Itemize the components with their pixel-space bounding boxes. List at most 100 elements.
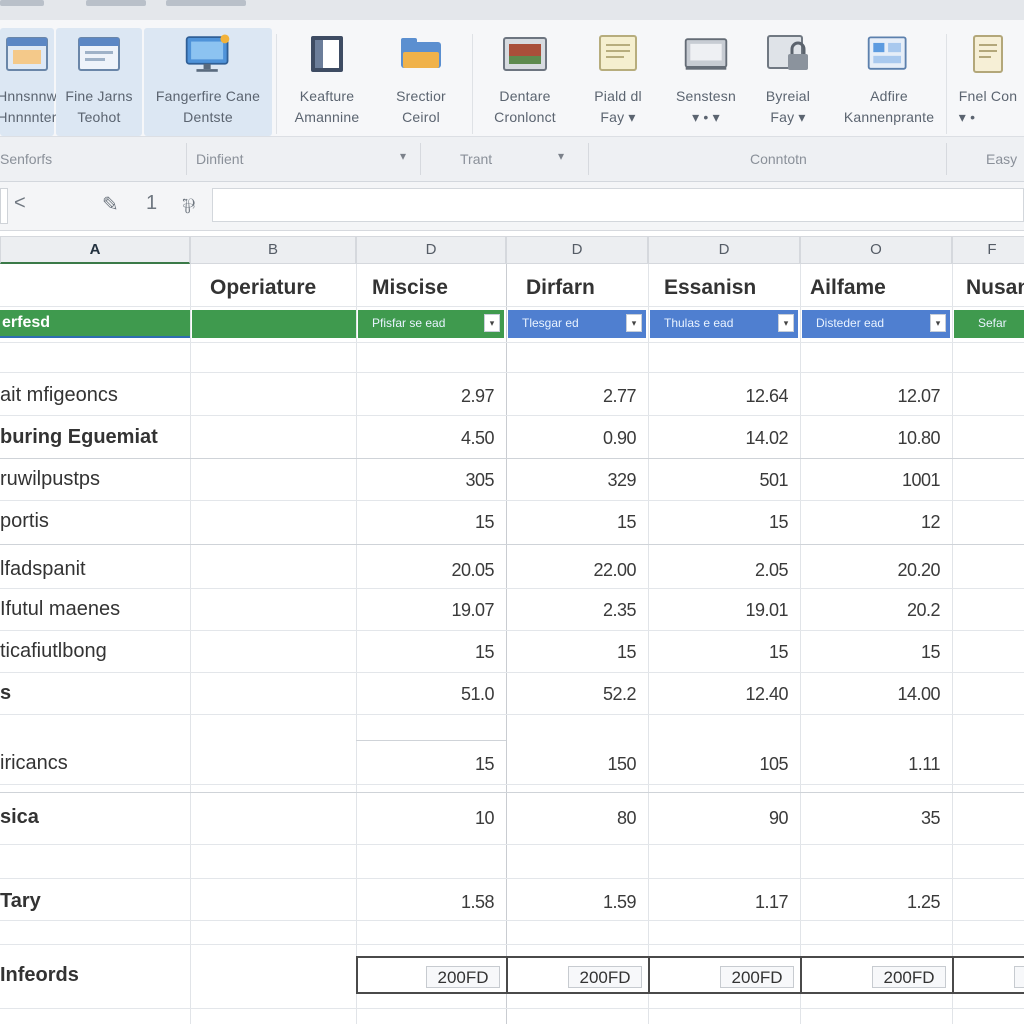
column-header-a[interactable]: A (0, 236, 190, 264)
ribbon-button-4[interactable]: Keafture Amannine (282, 28, 372, 136)
menu-tab-insert[interactable] (166, 0, 246, 6)
column-header-c[interactable]: D (356, 236, 506, 264)
value-cell[interactable]: 22.00 (506, 560, 636, 581)
ribbon-button-2[interactable]: Fine Jarns Teohot (56, 28, 142, 136)
value-cell[interactable]: 501 (658, 470, 788, 491)
value-cell[interactable]: 15 (506, 642, 637, 663)
value-cell[interactable]: 15 (364, 642, 495, 663)
value-cell[interactable]: 105 (658, 754, 788, 775)
value-cell[interactable]: 1.59 (506, 892, 637, 913)
chevron-down-icon[interactable]: ▾ (558, 149, 564, 163)
value-cell[interactable]: 1.11 (810, 754, 940, 775)
value-cell[interactable]: 2.77 (506, 386, 637, 407)
row-label[interactable]: sica (0, 806, 39, 829)
row-label[interactable]: ait mfigeoncs (0, 384, 118, 407)
value-cell[interactable]: 19.07 (364, 600, 494, 621)
filter-band-f[interactable]: Disteder ead ▾ (802, 310, 950, 338)
value-cell[interactable]: 12 (810, 512, 941, 533)
value-cell[interactable]: 14.00 (810, 684, 940, 705)
value-cell[interactable]: 80 (506, 808, 637, 829)
column-header-d[interactable]: D (506, 236, 648, 264)
value-cell[interactable]: 12.64 (658, 386, 788, 407)
value-cell[interactable]: 19.01 (658, 600, 788, 621)
value-cell[interactable]: 52.2 (506, 684, 637, 705)
cancel-icon[interactable]: < (14, 192, 26, 215)
row-label[interactable]: s (0, 682, 11, 705)
formula-count[interactable]: 1 (146, 192, 157, 215)
row-label[interactable]: Ifutul maenes (0, 598, 120, 621)
filter-dropdown-icon[interactable]: ▾ (778, 314, 794, 332)
total-cell[interactable] (952, 956, 1024, 994)
value-cell[interactable]: 305 (364, 470, 494, 491)
value-cell[interactable]: 2.05 (658, 560, 789, 581)
row-label[interactable]: Tary (0, 890, 41, 913)
value-cell[interactable]: 51.0 (364, 684, 495, 705)
value-cell[interactable]: 329 (506, 470, 636, 491)
header-cell-d[interactable]: Dirfarn (526, 276, 595, 300)
filter-dropdown-icon[interactable]: ▾ (626, 314, 642, 332)
ribbon-button-3[interactable]: Fangerfire Cane Dentste (144, 28, 272, 136)
filter-band-a[interactable]: erfesd (0, 310, 190, 338)
row-label[interactable]: portis (0, 510, 49, 533)
ribbon-button-10[interactable]: Adfire Kannenprante (834, 28, 944, 136)
total-cell[interactable]: 200FD (506, 956, 650, 994)
row-label[interactable]: ruwilpustps (0, 468, 100, 491)
filter-band-d[interactable]: Tlesgar ed ▾ (508, 310, 646, 338)
row-label[interactable]: ticafiutlbong (0, 640, 107, 663)
row-label[interactable]: lfadspanit (0, 558, 86, 581)
value-cell[interactable]: 10 (364, 808, 495, 829)
edit-icon[interactable]: ✎ (102, 192, 119, 217)
name-box[interactable] (0, 188, 8, 224)
value-cell[interactable]: 2.97 (364, 386, 495, 407)
value-cell[interactable]: 20.05 (364, 560, 494, 581)
function-icon[interactable]: ⅌ (182, 192, 195, 219)
filter-band-b[interactable] (192, 310, 356, 338)
value-cell[interactable]: 15 (658, 512, 789, 533)
value-cell[interactable]: 10.80 (810, 428, 940, 449)
header-cell-e[interactable]: Essanisn (664, 276, 756, 300)
value-cell[interactable]: 0.90 (506, 428, 637, 449)
value-cell[interactable]: 1001 (810, 470, 941, 491)
menu-tab-home[interactable] (86, 0, 146, 6)
value-cell[interactable]: 2.35 (506, 600, 637, 621)
value-cell[interactable]: 4.50 (364, 428, 495, 449)
header-cell-f[interactable]: Ailfame (810, 276, 886, 300)
total-cell[interactable]: 200FD (648, 956, 802, 994)
value-cell[interactable]: 20.2 (810, 600, 941, 621)
filter-dropdown-icon[interactable]: ▾ (930, 314, 946, 332)
value-cell[interactable]: 35 (810, 808, 941, 829)
ribbon-button-8[interactable]: Senstesn ▾ • ▾ (664, 28, 748, 136)
ribbon-button-11[interactable]: Fnel Con ▾ • (952, 28, 1024, 136)
value-cell[interactable]: 90 (658, 808, 789, 829)
ribbon-button-9[interactable]: Byreial Fay ▾ (750, 28, 826, 136)
ribbon-button-5[interactable]: Srectior Ceirol (378, 28, 464, 136)
header-cell-c[interactable]: Miscise (372, 276, 448, 300)
ribbon-button-1[interactable]: Hnnsnnw Hnnnnter (0, 28, 57, 136)
row-label[interactable]: iricancs (0, 752, 68, 775)
value-cell[interactable]: 20.20 (810, 560, 940, 581)
column-header-e[interactable]: D (648, 236, 800, 264)
menu-tab-file[interactable] (0, 0, 44, 6)
header-cell-g[interactable]: Nusan (966, 276, 1024, 300)
ribbon-button-6[interactable]: Dentare Cronlonct (480, 28, 570, 136)
filter-band-g[interactable]: Sefar (954, 310, 1024, 338)
value-cell[interactable]: 12.07 (810, 386, 940, 407)
value-cell[interactable]: 1.58 (364, 892, 495, 913)
value-cell[interactable]: 15 (364, 512, 495, 533)
value-cell[interactable]: 15 (364, 754, 495, 775)
formula-input[interactable] (212, 188, 1024, 222)
column-header-f[interactable]: O (800, 236, 952, 264)
column-header-g[interactable]: F (952, 236, 1024, 264)
value-cell[interactable]: 1.17 (658, 892, 789, 913)
filter-band-c[interactable]: Pfisfar se ead ▾ (358, 310, 504, 338)
value-cell[interactable]: 1.25 (810, 892, 941, 913)
filter-band-e[interactable]: Thulas e ead ▾ (650, 310, 798, 338)
chevron-down-icon[interactable]: ▾ (400, 149, 406, 163)
total-cell[interactable]: 200FD (356, 956, 508, 994)
value-cell[interactable]: 15 (810, 642, 941, 663)
filter-dropdown-icon[interactable]: ▾ (484, 314, 500, 332)
value-cell[interactable]: 150 (506, 754, 636, 775)
totals-label[interactable]: Infeords (0, 964, 79, 987)
value-cell[interactable]: 14.02 (658, 428, 788, 449)
value-cell[interactable]: 15 (506, 512, 637, 533)
